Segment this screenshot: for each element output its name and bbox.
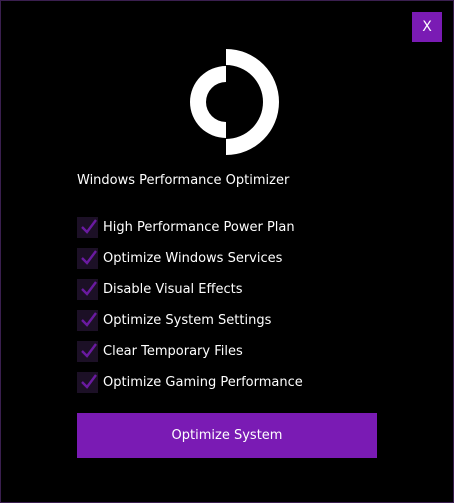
- option-checkbox[interactable]: [77, 279, 98, 300]
- check-icon: [81, 250, 97, 265]
- option-checkbox[interactable]: [77, 310, 98, 331]
- option-label: Optimize System Settings: [103, 313, 272, 328]
- check-icon: [81, 281, 97, 296]
- option-label: Optimize Windows Services: [103, 251, 283, 266]
- option-label: Disable Visual Effects: [103, 282, 243, 297]
- option-row[interactable]: Optimize Windows Services: [77, 243, 397, 274]
- option-label: Optimize Gaming Performance: [103, 375, 303, 390]
- check-icon: [81, 312, 97, 327]
- option-label: High Performance Power Plan: [103, 220, 295, 235]
- optimizer-logo-icon: [173, 49, 279, 155]
- option-checkbox[interactable]: [77, 372, 98, 393]
- option-row[interactable]: Optimize Gaming Performance: [77, 367, 397, 398]
- close-button[interactable]: X: [412, 12, 442, 42]
- option-label: Clear Temporary Files: [103, 344, 243, 359]
- options-list: High Performance Power Plan Optimize Wind…: [77, 212, 397, 398]
- app-window: X Windows Performance Optimizer High Per…: [0, 0, 454, 503]
- option-row[interactable]: High Performance Power Plan: [77, 212, 397, 243]
- option-row[interactable]: Disable Visual Effects: [77, 274, 397, 305]
- option-checkbox[interactable]: [77, 217, 98, 238]
- app-title: Windows Performance Optimizer: [77, 173, 290, 188]
- check-icon: [81, 374, 97, 389]
- option-checkbox[interactable]: [77, 341, 98, 362]
- option-checkbox[interactable]: [77, 248, 98, 269]
- check-icon: [81, 219, 97, 234]
- check-icon: [81, 343, 97, 358]
- optimize-system-button[interactable]: Optimize System: [77, 413, 377, 458]
- option-row[interactable]: Clear Temporary Files: [77, 336, 397, 367]
- option-row[interactable]: Optimize System Settings: [77, 305, 397, 336]
